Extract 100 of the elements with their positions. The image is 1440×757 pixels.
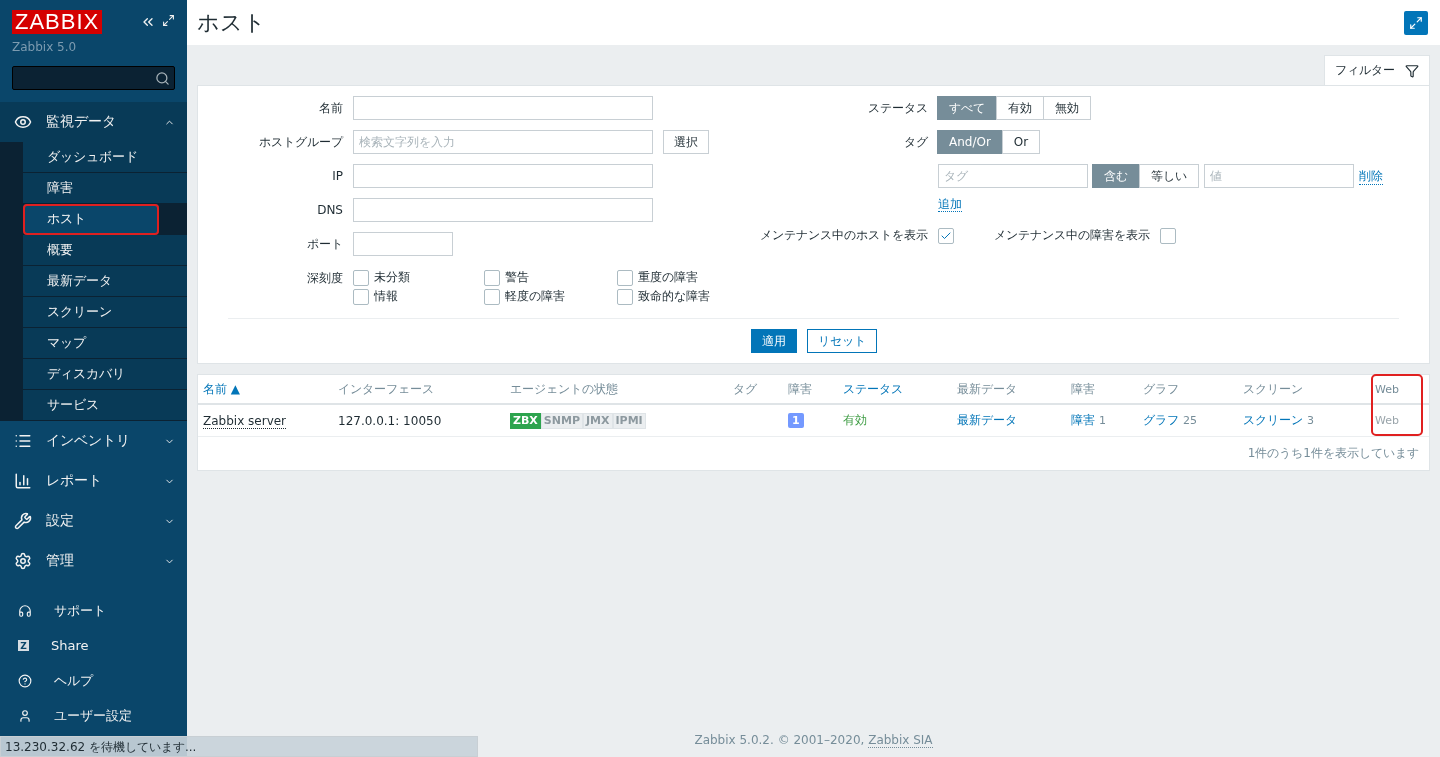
- status-toggle[interactable]: 有効: [996, 96, 1044, 120]
- expand-icon[interactable]: [162, 14, 175, 27]
- input-field[interactable]: [353, 164, 653, 188]
- column-header: 最新データ: [957, 380, 1018, 398]
- status-toggle[interactable]: 無効: [1043, 96, 1091, 120]
- add-link[interactable]: 追加: [938, 197, 962, 212]
- checkbox[interactable]: [353, 288, 369, 305]
- field-label: 深刻度: [306, 270, 343, 287]
- field-label: ホストグループ: [258, 134, 343, 151]
- latest-data-link[interactable]: 最新データ: [957, 412, 1071, 429]
- checkbox[interactable]: [617, 288, 633, 305]
- column-header: 障害: [1071, 380, 1096, 398]
- version-label: Zabbix 5.0: [11, 39, 78, 54]
- checkbox-option[interactable]: 致命的な障害: [617, 287, 727, 306]
- zabbix-logo[interactable]: ZABBIX: [12, 10, 103, 34]
- menu-section[interactable]: レポート: [0, 461, 187, 501]
- menu-section[interactable]: 監視データ: [0, 102, 187, 142]
- filter-tab[interactable]: フィルター: [1324, 55, 1430, 85]
- graphs-link[interactable]: グラフ: [1143, 413, 1179, 427]
- field-label: ステータス: [867, 100, 928, 117]
- menu-item[interactable]: ダッシュボード: [23, 142, 187, 173]
- menu-item[interactable]: 最新データ: [23, 266, 187, 297]
- bottom-menu-item[interactable]: サポート: [0, 593, 187, 628]
- column-header[interactable]: 名前 ▲: [203, 380, 338, 398]
- operator-toggle[interactable]: Or: [1001, 130, 1041, 154]
- menu-item[interactable]: ホスト: [23, 204, 159, 235]
- checkbox-option[interactable]: 警告: [484, 268, 617, 287]
- input-field[interactable]: [353, 232, 453, 256]
- apply-button[interactable]: 適用: [750, 329, 797, 353]
- filter-icon: [1405, 63, 1419, 78]
- remove-link[interactable]: 削除: [1359, 167, 1383, 185]
- menu-item[interactable]: 概要: [23, 235, 187, 266]
- search-field[interactable]: [12, 66, 175, 90]
- section-icon: [14, 512, 32, 530]
- section-icon: [14, 552, 32, 570]
- agent-badge: JMX: [583, 412, 613, 429]
- menu-item[interactable]: ディスカバリ: [23, 359, 187, 390]
- problems-link[interactable]: 障害: [1071, 413, 1095, 427]
- fullscreen-icon: [1409, 15, 1423, 30]
- menu-item[interactable]: サービス: [23, 390, 187, 421]
- section-icon: [14, 432, 32, 450]
- column-header[interactable]: ステータス: [843, 380, 957, 398]
- agent-badge: ZBX: [510, 412, 541, 429]
- field-label: タグ: [903, 134, 928, 151]
- menu-section[interactable]: 設定: [0, 501, 187, 541]
- search-icon[interactable]: [155, 70, 170, 86]
- checkbox[interactable]: [938, 227, 954, 244]
- column-header: 障害: [788, 380, 813, 398]
- count-label: 3: [1307, 414, 1314, 427]
- agent-badge: SNMP: [540, 412, 583, 429]
- highlight-frame: [1371, 374, 1423, 436]
- status-link[interactable]: 有効: [843, 412, 957, 429]
- count-label: 1: [1099, 414, 1106, 427]
- page-title: ホスト: [197, 8, 266, 37]
- table-cell-text: 127.0.0.1: 10050: [338, 413, 443, 428]
- section-icon: [14, 113, 32, 131]
- screens-link[interactable]: スクリーン: [1243, 413, 1303, 427]
- web-label: Web: [1375, 414, 1399, 427]
- checkbox-option[interactable]: 軽度の障害: [484, 287, 617, 306]
- checkbox[interactable]: [484, 269, 500, 286]
- user-icon: [18, 708, 32, 723]
- section-icon: [14, 472, 32, 490]
- checkbox-option[interactable]: メンテナンス中のホストを表示: [748, 226, 954, 245]
- field-label: 名前: [318, 100, 343, 117]
- menu-section[interactable]: 管理: [0, 541, 187, 581]
- bottom-menu-item[interactable]: Z Share: [0, 628, 187, 663]
- checkbox[interactable]: [1160, 227, 1176, 244]
- agent-badge: IPMI: [612, 412, 646, 429]
- reset-button[interactable]: リセット: [806, 329, 877, 353]
- checkbox-option[interactable]: 未分類: [353, 268, 484, 287]
- host-name-link[interactable]: Zabbix server: [203, 413, 287, 429]
- headset-icon: [18, 603, 32, 618]
- checkbox[interactable]: [617, 269, 633, 286]
- checkbox-option[interactable]: 情報: [353, 287, 484, 306]
- browser-status-text: 13.230.32.62 を待機しています...: [0, 736, 478, 757]
- bottom-menu-item[interactable]: ヘルプ: [0, 663, 187, 698]
- tag-field[interactable]: タグ: [938, 164, 1088, 188]
- count-label: 25: [1183, 414, 1197, 427]
- field-label: ポート: [306, 236, 343, 253]
- menu-item[interactable]: 障害: [23, 173, 187, 204]
- menu-section[interactable]: インベントリ: [0, 421, 187, 461]
- table-summary: 1件のうち1件を表示しています: [1246, 445, 1420, 462]
- checkbox-option[interactable]: メンテナンス中の障害を表示: [994, 226, 1176, 245]
- input-field[interactable]: [353, 198, 653, 222]
- input-field[interactable]: [353, 96, 653, 120]
- checkbox[interactable]: [484, 288, 500, 305]
- z-logo-icon: Z: [18, 640, 29, 651]
- menu-item[interactable]: スクリーン: [23, 297, 187, 328]
- checkbox-option[interactable]: 重度の障害: [617, 268, 727, 287]
- bottom-menu-item[interactable]: ユーザー設定: [0, 698, 187, 733]
- input-field[interactable]: 検索文字列を入力: [353, 130, 653, 154]
- column-header: インターフェース: [338, 380, 435, 398]
- fullscreen-button[interactable]: [1404, 10, 1428, 35]
- checkbox[interactable]: [353, 269, 369, 286]
- value-field[interactable]: 値: [1204, 164, 1354, 188]
- match-toggle[interactable]: 等しい: [1139, 164, 1199, 188]
- select-button[interactable]: 選択: [663, 130, 709, 154]
- column-header: スクリーン: [1243, 380, 1304, 398]
- column-header: タグ: [733, 380, 758, 398]
- menu-item[interactable]: マップ: [23, 328, 187, 359]
